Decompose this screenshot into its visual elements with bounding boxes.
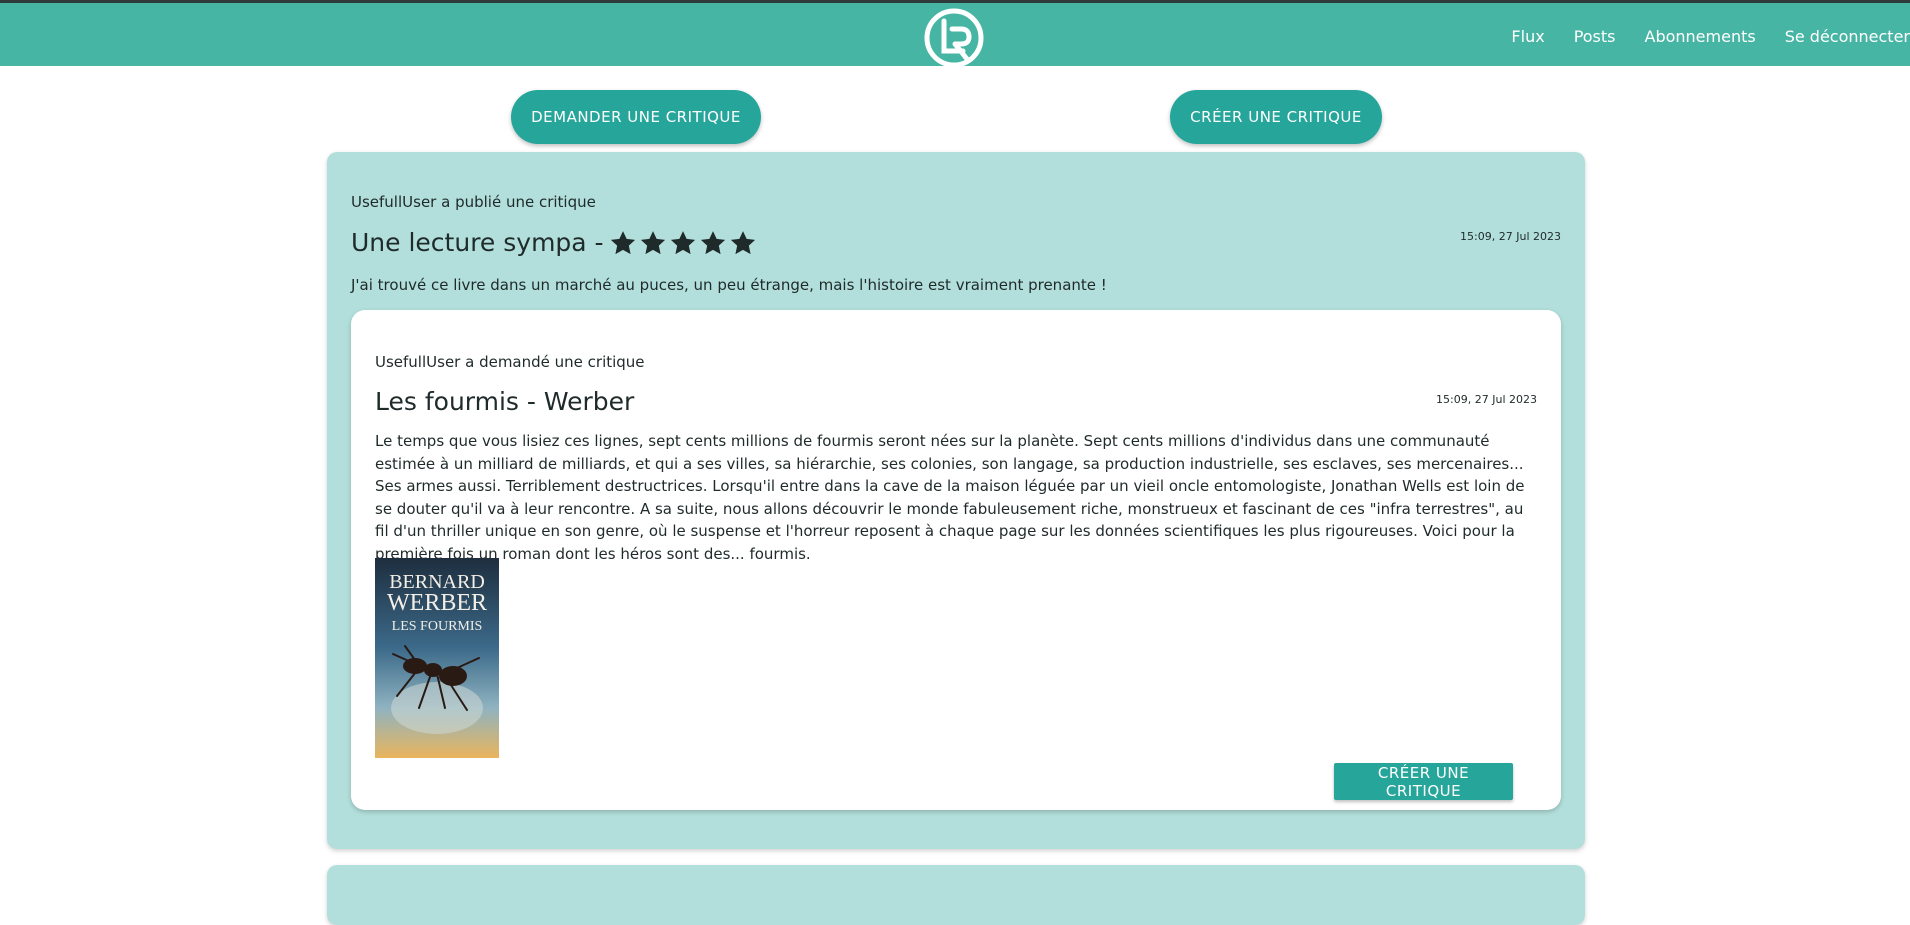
review-headline: Une lecture sympa - <box>351 228 604 257</box>
ticket-author-meta: UsefullUser a demandé une critique <box>375 353 645 371</box>
nav-flux-link[interactable]: Flux <box>1511 27 1544 46</box>
book-cover-image: BERNARD WERBER LES FOURMIS <box>375 558 499 758</box>
star-icon <box>610 230 635 254</box>
review-body: J'ai trouvé ce livre dans un marché au p… <box>351 276 1107 294</box>
next-post-card <box>327 865 1585 925</box>
rating-stars <box>608 229 758 257</box>
ticket-date: 15:09, 27 Jul 2023 <box>1436 393 1537 406</box>
star-icon <box>640 230 665 254</box>
main-nav: Flux Posts Abonnements Se déconnecter <box>1511 3 1910 69</box>
ticket-create-review-button[interactable]: CRÉER UNE CRITIQUE <box>1334 763 1513 800</box>
request-review-button[interactable]: DEMANDER UNE CRITIQUE <box>511 90 761 144</box>
review-author-meta: UsefullUser a publié une critique <box>351 193 596 211</box>
nav-abonnements-link[interactable]: Abonnements <box>1645 27 1756 46</box>
ticket-title: Les fourmis - Werber <box>375 387 635 416</box>
star-icon <box>670 230 695 254</box>
create-review-button[interactable]: CRÉER UNE CRITIQUE <box>1170 90 1382 144</box>
cover-book-title: LES FOURMIS <box>392 619 483 634</box>
review-date: 15:09, 27 Jul 2023 <box>1460 230 1561 243</box>
nav-logout-link[interactable]: Se déconnecter <box>1785 27 1910 46</box>
star-icon <box>700 230 725 254</box>
cover-author-last: WERBER <box>387 590 487 616</box>
lr-logo-icon[interactable] <box>923 7 985 69</box>
ticket-description: Le temps que vous lisiez ces lignes, sep… <box>375 432 1525 563</box>
nav-posts-link[interactable]: Posts <box>1574 27 1616 46</box>
review-title: Une lecture sympa - <box>351 228 758 257</box>
top-navbar: Flux Posts Abonnements Se déconnecter <box>0 0 1910 69</box>
review-post-card: UsefullUser a publié une critique Une le… <box>327 152 1585 849</box>
ticket-card: UsefullUser a demandé une critique Les f… <box>351 310 1561 810</box>
star-icon <box>730 230 755 254</box>
